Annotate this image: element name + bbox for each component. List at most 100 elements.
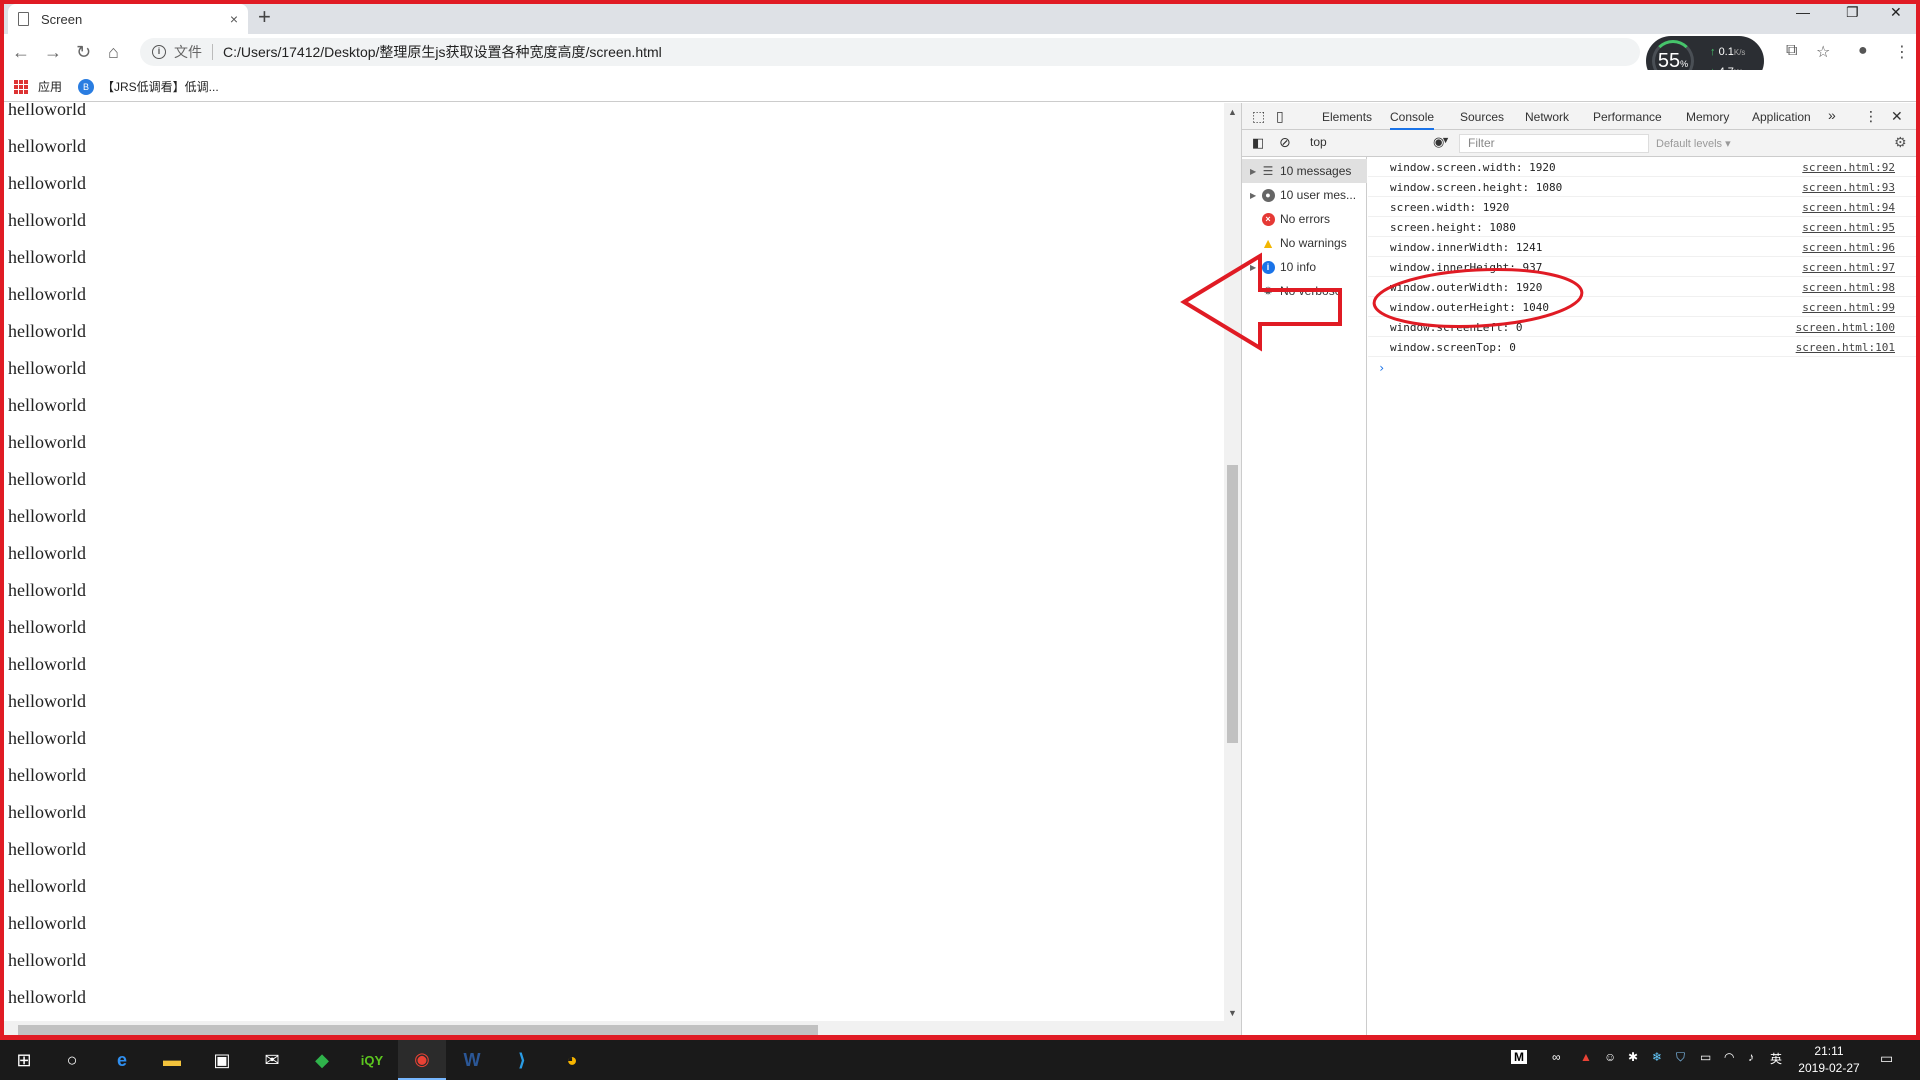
close-tab-icon[interactable]: × <box>230 11 238 27</box>
page-vertical-scrollbar[interactable]: ▲ ▼ <box>1224 103 1241 1038</box>
console-source-link[interactable]: screen.html:101 <box>1796 341 1895 354</box>
sidebar-item-user[interactable]: ▶ ● 10 user mes... <box>1242 183 1367 207</box>
console-prompt[interactable]: › <box>1378 361 1385 375</box>
word-icon[interactable]: W <box>448 1040 496 1080</box>
eye-icon[interactable]: ◉ <box>1433 134 1444 150</box>
home-icon[interactable]: ⌂ <box>108 42 119 63</box>
url-text[interactable]: C:/Users/17412/Desktop/整理原生js获取设置各种宽度高度/… <box>223 42 662 62</box>
start-button[interactable]: ⊞ <box>0 1040 48 1080</box>
forward-icon[interactable]: → <box>44 42 62 63</box>
menu-icon[interactable]: ⋮ <box>1894 42 1910 62</box>
tray-snow-icon[interactable]: ❄ <box>1652 1050 1662 1064</box>
back-icon[interactable]: ← <box>12 42 30 63</box>
console-source-link[interactable]: screen.html:99 <box>1802 301 1895 314</box>
bookmark-favicon-icon: B <box>78 78 94 95</box>
expand-triangle-icon[interactable]: ▶ <box>1242 191 1256 200</box>
tray-battery-icon[interactable]: ▭ <box>1700 1050 1711 1064</box>
tab-title: Screen <box>41 11 83 27</box>
tray-shield-icon[interactable]: ⛉ <box>1676 1050 1685 1065</box>
console-source-link[interactable]: screen.html:92 <box>1802 161 1895 174</box>
tab-console[interactable]: Console <box>1390 110 1435 130</box>
scroll-thumb[interactable] <box>1227 465 1238 743</box>
helloworld-line: helloworld <box>8 103 86 119</box>
sidebar-item-bug[interactable]: ✹ No verbose <box>1242 279 1367 303</box>
console-source-link[interactable]: screen.html:93 <box>1802 181 1895 194</box>
log-levels-dropdown[interactable]: Default levels ▾ <box>1656 137 1731 150</box>
console-source-link[interactable]: screen.html:95 <box>1802 221 1895 234</box>
tab-network[interactable]: Network <box>1525 110 1569 124</box>
helloworld-line: helloworld <box>8 876 86 896</box>
iqiyi-icon[interactable]: iQY <box>348 1040 396 1080</box>
hscroll-thumb[interactable] <box>18 1025 818 1035</box>
tray-wechat-icon[interactable]: ✱ <box>1628 1050 1638 1064</box>
console-message-text: window.outerHeight: 1040 <box>1390 301 1549 314</box>
console-source-link[interactable]: screen.html:98 <box>1802 281 1895 294</box>
console-source-link[interactable]: screen.html:97 <box>1802 261 1895 274</box>
console-message-text: screen.width: 1920 <box>1390 201 1510 214</box>
tab-sources[interactable]: Sources <box>1460 110 1504 124</box>
console-settings-icon[interactable]: ⚙ <box>1894 134 1907 151</box>
console-message: window.innerHeight: 937 screen.html:97 <box>1368 257 1917 277</box>
page-horizontal-scrollbar[interactable] <box>4 1021 1224 1038</box>
address-bar[interactable]: i 文件 C:/Users/17412/Desktop/整理原生js获取设置各种… <box>140 38 1640 66</box>
app-green-icon[interactable]: ◆ <box>298 1040 346 1080</box>
devtools-menu-icon[interactable]: ⋮ <box>1864 108 1878 125</box>
vscode-icon[interactable]: ⟩ <box>498 1040 546 1080</box>
sidebar-item-error[interactable]: × No errors <box>1242 207 1367 231</box>
helloworld-line: helloworld <box>8 950 86 970</box>
tray-qq-icon[interactable]: ☺ <box>1604 1050 1616 1064</box>
bookmark-apps[interactable]: 应用 <box>14 78 62 95</box>
bookmark-star-icon[interactable]: ☆ <box>1816 42 1830 62</box>
minimize-button[interactable]: — <box>1796 4 1810 20</box>
console-source-link[interactable]: screen.html:100 <box>1796 321 1895 334</box>
tab-performance[interactable]: Performance <box>1593 110 1662 124</box>
store-icon[interactable]: ▣ <box>198 1040 246 1080</box>
helloworld-line: helloworld <box>8 173 86 193</box>
inspect-element-icon[interactable]: ⬚ <box>1252 108 1265 125</box>
translate-icon[interactable]: ⧉ <box>1786 42 1797 60</box>
tray-m-icon[interactable]: M <box>1511 1050 1527 1064</box>
scroll-down-icon[interactable]: ▼ <box>1228 1008 1237 1018</box>
sidebar-item-warning[interactable]: ▲ No warnings <box>1242 231 1367 255</box>
tray-volume-icon[interactable]: ♪ <box>1748 1050 1754 1064</box>
bookmark-jrs[interactable]: B 【JRS低调看】低调... <box>78 78 219 95</box>
maximize-button[interactable]: ❐ <box>1846 4 1859 21</box>
app-color-icon[interactable]: ◕ <box>548 1040 596 1080</box>
clear-console-icon[interactable]: ⊘ <box>1279 134 1291 151</box>
tab-screen[interactable]: Screen × <box>8 4 248 34</box>
chrome-icon[interactable]: ◉ <box>398 1040 446 1080</box>
console-filter-input[interactable]: Filter <box>1459 134 1649 153</box>
console-source-link[interactable]: screen.html:94 <box>1802 201 1895 214</box>
tray-link-icon[interactable]: ∞ <box>1552 1050 1561 1064</box>
tab-memory[interactable]: Memory <box>1686 110 1729 124</box>
helloworld-line: helloworld <box>8 247 86 267</box>
more-tabs-icon[interactable]: » <box>1828 107 1836 123</box>
tray-ime[interactable]: 英 <box>1770 1050 1782 1067</box>
reload-icon[interactable]: ↻ <box>76 42 91 63</box>
console-message: window.screenLeft: 0 screen.html:100 <box>1368 317 1917 337</box>
sidebar-toggle-icon[interactable]: ◧ <box>1252 135 1264 151</box>
tray-wifi-icon[interactable]: ◠ <box>1724 1050 1734 1064</box>
scroll-up-icon[interactable]: ▲ <box>1228 107 1237 117</box>
info-icon[interactable]: i <box>152 45 166 59</box>
close-window-button[interactable]: ✕ <box>1890 4 1902 21</box>
close-devtools-icon[interactable]: ✕ <box>1891 108 1903 125</box>
notification-icon[interactable]: ▭ <box>1880 1050 1893 1067</box>
sidebar-item-info[interactable]: ▶ i 10 info <box>1242 255 1367 279</box>
tab-application[interactable]: Application <box>1752 110 1811 124</box>
console-source-link[interactable]: screen.html:96 <box>1802 241 1895 254</box>
device-toolbar-icon[interactable]: ▯ <box>1276 108 1284 125</box>
taskbar-clock[interactable]: 21:11 2019-02-27 <box>1784 1043 1874 1077</box>
edge-icon[interactable]: e <box>98 1040 146 1080</box>
expand-triangle-icon[interactable]: ▶ <box>1242 263 1256 272</box>
sidebar-item-list[interactable]: ▶ ☰ 10 messages <box>1242 159 1367 183</box>
tab-elements[interactable]: Elements <box>1322 110 1372 124</box>
mail-icon[interactable]: ✉ <box>248 1040 296 1080</box>
profile-icon[interactable]: ● <box>1858 42 1868 60</box>
new-tab-button[interactable]: + <box>258 5 271 29</box>
tray-app-icon[interactable]: ▲ <box>1580 1050 1592 1064</box>
file-explorer-icon[interactable]: ▬ <box>148 1040 196 1080</box>
search-icon[interactable]: ○ <box>48 1040 96 1080</box>
expand-triangle-icon[interactable]: ▶ <box>1242 167 1256 176</box>
info-icon: i <box>1256 260 1280 274</box>
